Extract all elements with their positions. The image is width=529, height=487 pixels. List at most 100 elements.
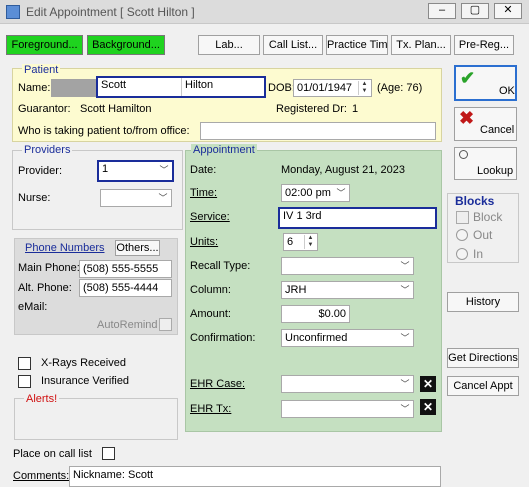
- last-name-field[interactable]: Hilton: [182, 78, 264, 96]
- dob-value: 01/01/1947: [297, 82, 353, 94]
- time-label: Time:: [190, 187, 218, 199]
- app-icon: [6, 5, 20, 19]
- column-value: JRH: [285, 284, 307, 296]
- insurance-checkbox[interactable]: [18, 375, 31, 388]
- minimize-icon[interactable]: ‒: [428, 3, 456, 19]
- transport-label: Who is taking patient to/from office:: [18, 125, 190, 137]
- confirmation-select[interactable]: Unconfirmed ﹀: [281, 329, 414, 347]
- service-label: Service:: [190, 211, 230, 223]
- time-value: 02:00 pm: [285, 187, 331, 199]
- first-name-field[interactable]: Scott: [98, 78, 182, 96]
- foreground-button[interactable]: Foreground...: [6, 35, 83, 55]
- autoremind-label: AutoRemind: [97, 319, 158, 331]
- phone-numbers-group-label: Phone Numbers: [25, 242, 105, 254]
- search-icon: [459, 150, 468, 159]
- xrays-checkbox[interactable]: [18, 357, 31, 370]
- guarantor-value: Scott Hamilton: [80, 103, 152, 115]
- appointment-group-label: Appointment: [191, 144, 257, 156]
- name-label: Name:: [18, 82, 51, 94]
- comments-field[interactable]: Nickname: Scott: [69, 466, 441, 487]
- provider-select[interactable]: 1 ﹀: [97, 160, 174, 182]
- out-label: Out: [473, 228, 493, 242]
- window-title: Edit Appointment [ Scott Hilton ]: [26, 5, 195, 19]
- clear-ehr-tx-icon[interactable]: ✕: [420, 399, 436, 415]
- chevron-down-icon: ﹀: [158, 193, 168, 203]
- email-label: eMail:: [18, 301, 48, 313]
- history-button[interactable]: History: [447, 292, 519, 312]
- chevron-down-icon: ﹀: [336, 188, 346, 198]
- get-directions-button[interactable]: Get Directions: [447, 348, 519, 368]
- block-label: Block: [473, 210, 503, 224]
- main-phone-label: Main Phone:: [18, 262, 80, 274]
- call-list-label: Place on call list: [13, 448, 92, 460]
- cancel-label: Cancel: [480, 124, 515, 136]
- practice-time-button[interactable]: Practice Time...: [326, 35, 388, 55]
- units-spinner[interactable]: ▲ ▼: [304, 235, 316, 249]
- chevron-down-icon: ﹀: [400, 333, 410, 343]
- guarantor-label: Guarantor:: [18, 103, 71, 115]
- ok-label: OK: [499, 85, 515, 97]
- maximize-icon[interactable]: ▢: [461, 3, 489, 19]
- chevron-down-icon: ﹀: [400, 379, 410, 389]
- call-list-checkbox[interactable]: [102, 447, 115, 460]
- dob-field[interactable]: 01/01/1947 ▲ ▼: [293, 79, 372, 97]
- close-icon[interactable]: ✕: [494, 3, 522, 19]
- cancel-button[interactable]: ✖ Cancel: [454, 107, 517, 141]
- ok-button[interactable]: ✔ OK: [454, 65, 517, 101]
- background-button[interactable]: Background...: [87, 35, 165, 55]
- xrays-label: X-Rays Received: [41, 357, 126, 369]
- main-phone-field[interactable]: (508) 555-5555: [79, 260, 172, 278]
- blocks-title: Blocks: [455, 194, 495, 208]
- column-select[interactable]: JRH ﹀: [281, 281, 414, 299]
- nurse-label: Nurse:: [18, 192, 51, 204]
- recall-type-label: Recall Type:: [190, 260, 251, 272]
- time-select[interactable]: 02:00 pm ﹀: [281, 184, 350, 202]
- confirmation-value: Unconfirmed: [285, 332, 348, 344]
- title-bar: Edit Appointment [ Scott Hilton ] ‒ ▢ ✕: [0, 0, 529, 24]
- amount-label: Amount:: [190, 308, 231, 320]
- call-list-button[interactable]: Call List...: [263, 35, 323, 55]
- recall-type-select[interactable]: ﹀: [281, 257, 414, 275]
- others-button[interactable]: Others...: [115, 240, 160, 256]
- nurse-select[interactable]: ﹀: [100, 189, 172, 207]
- registered-dr-label: Registered Dr:: [276, 103, 347, 115]
- tx-plan-button[interactable]: Tx. Plan...: [391, 35, 451, 55]
- dob-spinner[interactable]: ▲ ▼: [358, 81, 370, 95]
- clear-ehr-case-icon[interactable]: ✕: [420, 376, 436, 392]
- comments-label: Comments:: [13, 470, 70, 482]
- cancel-appt-button[interactable]: Cancel Appt: [447, 376, 519, 396]
- ehr-case-label: EHR Case:: [190, 378, 246, 390]
- out-radio[interactable]: [456, 229, 468, 241]
- alt-phone-field[interactable]: (508) 555-4444: [79, 279, 172, 297]
- confirmation-label: Confirmation:: [190, 332, 256, 344]
- provider-value: 1: [102, 163, 109, 175]
- pre-reg-button[interactable]: Pre-Reg...: [454, 35, 514, 55]
- patient-name-box: Scott Hilton: [96, 76, 266, 98]
- column-label: Column:: [190, 284, 231, 296]
- date-value: Monday, August 21, 2023: [281, 164, 405, 176]
- transport-field[interactable]: [200, 122, 436, 140]
- age-value: (Age: 76): [377, 82, 423, 94]
- alerts-label: Alerts!: [24, 393, 60, 405]
- x-icon: ✖: [459, 108, 475, 128]
- autoremind-checkbox[interactable]: [159, 318, 172, 331]
- lookup-button[interactable]: Lookup: [454, 147, 517, 180]
- check-icon: ✔: [460, 68, 476, 88]
- block-checkbox[interactable]: [456, 211, 469, 224]
- amount-field[interactable]: $0.00: [281, 305, 350, 323]
- lab-button[interactable]: Lab...: [198, 35, 260, 55]
- provider-label: Provider:: [18, 165, 63, 177]
- ehr-case-select[interactable]: ﹀: [281, 375, 414, 393]
- units-field[interactable]: 6 ▲ ▼: [283, 233, 318, 251]
- ehr-tx-select[interactable]: ﹀: [281, 400, 414, 418]
- date-label: Date:: [190, 164, 217, 176]
- patient-photo-placeholder: [51, 79, 96, 97]
- dob-label: DOB:: [268, 82, 295, 94]
- service-field[interactable]: IV 1 3rd: [278, 207, 437, 229]
- in-radio[interactable]: [456, 248, 468, 260]
- chevron-down-icon: ﹀: [400, 261, 410, 271]
- chevron-down-icon: ﹀: [400, 404, 410, 414]
- registered-dr-value: 1: [352, 103, 359, 115]
- alt-phone-label: Alt. Phone:: [18, 282, 72, 294]
- providers-group-label: Providers: [22, 144, 73, 156]
